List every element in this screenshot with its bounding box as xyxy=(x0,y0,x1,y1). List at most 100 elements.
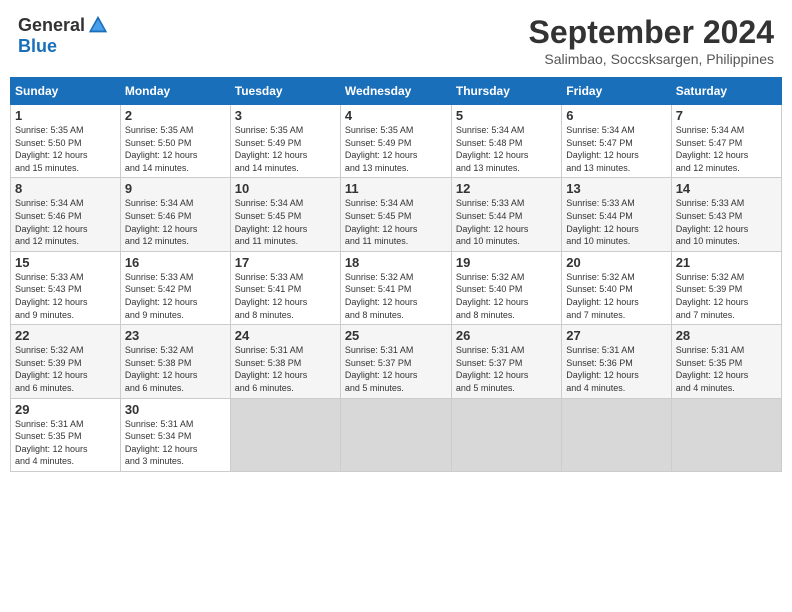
day-number: 10 xyxy=(235,181,336,196)
weekday-header-sunday: Sunday xyxy=(11,78,121,105)
day-info: Sunrise: 5:31 AMSunset: 5:37 PMDaylight:… xyxy=(456,344,557,394)
day-info: Sunrise: 5:33 AMSunset: 5:43 PMDaylight:… xyxy=(15,271,116,321)
day-info: Sunrise: 5:34 AMSunset: 5:48 PMDaylight:… xyxy=(456,124,557,174)
calendar-cell: 18Sunrise: 5:32 AMSunset: 5:41 PMDayligh… xyxy=(340,251,451,324)
weekday-header-tuesday: Tuesday xyxy=(230,78,340,105)
day-info: Sunrise: 5:33 AMSunset: 5:41 PMDaylight:… xyxy=(235,271,336,321)
day-info: Sunrise: 5:31 AMSunset: 5:36 PMDaylight:… xyxy=(566,344,666,394)
day-number: 30 xyxy=(125,402,226,417)
logo-blue-text: Blue xyxy=(18,36,57,57)
day-info: Sunrise: 5:34 AMSunset: 5:46 PMDaylight:… xyxy=(125,197,226,247)
calendar-cell: 4Sunrise: 5:35 AMSunset: 5:49 PMDaylight… xyxy=(340,105,451,178)
calendar-cell: 29Sunrise: 5:31 AMSunset: 5:35 PMDayligh… xyxy=(11,398,121,471)
day-info: Sunrise: 5:33 AMSunset: 5:42 PMDaylight:… xyxy=(125,271,226,321)
day-info: Sunrise: 5:32 AMSunset: 5:39 PMDaylight:… xyxy=(676,271,777,321)
title-section: September 2024 Salimbao, Soccsksargen, P… xyxy=(529,14,774,67)
weekday-header-wednesday: Wednesday xyxy=(340,78,451,105)
day-number: 25 xyxy=(345,328,447,343)
calendar-week-4: 22Sunrise: 5:32 AMSunset: 5:39 PMDayligh… xyxy=(11,325,782,398)
day-info: Sunrise: 5:33 AMSunset: 5:44 PMDaylight:… xyxy=(566,197,666,247)
calendar-cell xyxy=(340,398,451,471)
calendar-cell: 7Sunrise: 5:34 AMSunset: 5:47 PMDaylight… xyxy=(671,105,781,178)
calendar-cell: 3Sunrise: 5:35 AMSunset: 5:49 PMDaylight… xyxy=(230,105,340,178)
day-number: 17 xyxy=(235,255,336,270)
calendar-week-2: 8Sunrise: 5:34 AMSunset: 5:46 PMDaylight… xyxy=(11,178,782,251)
day-info: Sunrise: 5:34 AMSunset: 5:45 PMDaylight:… xyxy=(235,197,336,247)
day-info: Sunrise: 5:31 AMSunset: 5:37 PMDaylight:… xyxy=(345,344,447,394)
calendar-cell xyxy=(671,398,781,471)
calendar-cell: 6Sunrise: 5:34 AMSunset: 5:47 PMDaylight… xyxy=(562,105,671,178)
calendar-cell: 16Sunrise: 5:33 AMSunset: 5:42 PMDayligh… xyxy=(120,251,230,324)
calendar-cell: 20Sunrise: 5:32 AMSunset: 5:40 PMDayligh… xyxy=(562,251,671,324)
day-info: Sunrise: 5:31 AMSunset: 5:38 PMDaylight:… xyxy=(235,344,336,394)
calendar-cell: 15Sunrise: 5:33 AMSunset: 5:43 PMDayligh… xyxy=(11,251,121,324)
day-number: 9 xyxy=(125,181,226,196)
day-info: Sunrise: 5:33 AMSunset: 5:44 PMDaylight:… xyxy=(456,197,557,247)
day-number: 20 xyxy=(566,255,666,270)
day-number: 13 xyxy=(566,181,666,196)
calendar-cell: 25Sunrise: 5:31 AMSunset: 5:37 PMDayligh… xyxy=(340,325,451,398)
day-info: Sunrise: 5:34 AMSunset: 5:46 PMDaylight:… xyxy=(15,197,116,247)
day-number: 2 xyxy=(125,108,226,123)
day-number: 19 xyxy=(456,255,557,270)
month-title: September 2024 xyxy=(529,14,774,51)
day-number: 12 xyxy=(456,181,557,196)
day-number: 21 xyxy=(676,255,777,270)
calendar-cell: 5Sunrise: 5:34 AMSunset: 5:48 PMDaylight… xyxy=(451,105,561,178)
day-info: Sunrise: 5:34 AMSunset: 5:47 PMDaylight:… xyxy=(566,124,666,174)
logo-general-text: General xyxy=(18,15,85,36)
calendar-cell: 23Sunrise: 5:32 AMSunset: 5:38 PMDayligh… xyxy=(120,325,230,398)
day-info: Sunrise: 5:34 AMSunset: 5:45 PMDaylight:… xyxy=(345,197,447,247)
calendar-cell: 14Sunrise: 5:33 AMSunset: 5:43 PMDayligh… xyxy=(671,178,781,251)
day-number: 5 xyxy=(456,108,557,123)
calendar-cell: 10Sunrise: 5:34 AMSunset: 5:45 PMDayligh… xyxy=(230,178,340,251)
calendar-cell: 28Sunrise: 5:31 AMSunset: 5:35 PMDayligh… xyxy=(671,325,781,398)
calendar-cell xyxy=(562,398,671,471)
day-number: 3 xyxy=(235,108,336,123)
calendar-cell: 2Sunrise: 5:35 AMSunset: 5:50 PMDaylight… xyxy=(120,105,230,178)
location: Salimbao, Soccsksargen, Philippines xyxy=(529,51,774,67)
weekday-header-row: SundayMondayTuesdayWednesdayThursdayFrid… xyxy=(11,78,782,105)
day-info: Sunrise: 5:31 AMSunset: 5:35 PMDaylight:… xyxy=(676,344,777,394)
day-info: Sunrise: 5:35 AMSunset: 5:50 PMDaylight:… xyxy=(15,124,116,174)
calendar-cell: 8Sunrise: 5:34 AMSunset: 5:46 PMDaylight… xyxy=(11,178,121,251)
calendar-cell xyxy=(230,398,340,471)
day-number: 11 xyxy=(345,181,447,196)
day-number: 8 xyxy=(15,181,116,196)
calendar-cell: 9Sunrise: 5:34 AMSunset: 5:46 PMDaylight… xyxy=(120,178,230,251)
calendar-cell: 26Sunrise: 5:31 AMSunset: 5:37 PMDayligh… xyxy=(451,325,561,398)
day-number: 27 xyxy=(566,328,666,343)
calendar-week-1: 1Sunrise: 5:35 AMSunset: 5:50 PMDaylight… xyxy=(11,105,782,178)
calendar-week-3: 15Sunrise: 5:33 AMSunset: 5:43 PMDayligh… xyxy=(11,251,782,324)
logo: General Blue xyxy=(18,14,109,57)
day-number: 22 xyxy=(15,328,116,343)
calendar-cell xyxy=(451,398,561,471)
day-number: 28 xyxy=(676,328,777,343)
day-info: Sunrise: 5:35 AMSunset: 5:50 PMDaylight:… xyxy=(125,124,226,174)
calendar-cell: 13Sunrise: 5:33 AMSunset: 5:44 PMDayligh… xyxy=(562,178,671,251)
day-number: 15 xyxy=(15,255,116,270)
calendar-cell: 22Sunrise: 5:32 AMSunset: 5:39 PMDayligh… xyxy=(11,325,121,398)
day-number: 7 xyxy=(676,108,777,123)
day-number: 18 xyxy=(345,255,447,270)
calendar-cell: 27Sunrise: 5:31 AMSunset: 5:36 PMDayligh… xyxy=(562,325,671,398)
day-number: 29 xyxy=(15,402,116,417)
day-info: Sunrise: 5:32 AMSunset: 5:40 PMDaylight:… xyxy=(456,271,557,321)
calendar-cell: 24Sunrise: 5:31 AMSunset: 5:38 PMDayligh… xyxy=(230,325,340,398)
day-number: 26 xyxy=(456,328,557,343)
weekday-header-saturday: Saturday xyxy=(671,78,781,105)
page-header: General Blue September 2024 Salimbao, So… xyxy=(10,10,782,71)
day-info: Sunrise: 5:31 AMSunset: 5:34 PMDaylight:… xyxy=(125,418,226,468)
weekday-header-monday: Monday xyxy=(120,78,230,105)
calendar-table: SundayMondayTuesdayWednesdayThursdayFrid… xyxy=(10,77,782,472)
day-info: Sunrise: 5:34 AMSunset: 5:47 PMDaylight:… xyxy=(676,124,777,174)
logo-icon xyxy=(87,14,109,36)
day-info: Sunrise: 5:32 AMSunset: 5:38 PMDaylight:… xyxy=(125,344,226,394)
day-info: Sunrise: 5:33 AMSunset: 5:43 PMDaylight:… xyxy=(676,197,777,247)
day-number: 6 xyxy=(566,108,666,123)
day-number: 1 xyxy=(15,108,116,123)
calendar-cell: 12Sunrise: 5:33 AMSunset: 5:44 PMDayligh… xyxy=(451,178,561,251)
day-info: Sunrise: 5:32 AMSunset: 5:40 PMDaylight:… xyxy=(566,271,666,321)
weekday-header-friday: Friday xyxy=(562,78,671,105)
day-info: Sunrise: 5:32 AMSunset: 5:41 PMDaylight:… xyxy=(345,271,447,321)
